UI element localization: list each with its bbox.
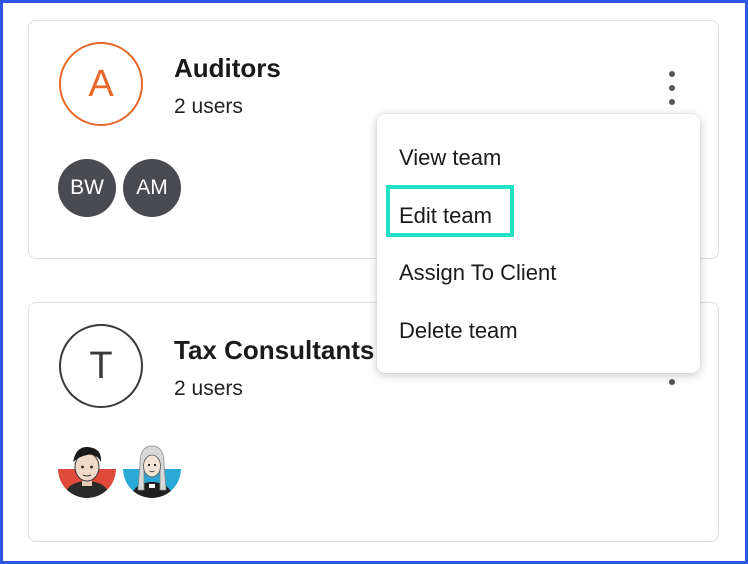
member-photo-avatar[interactable] <box>123 440 181 498</box>
team-avatar: A <box>59 42 143 126</box>
team-members <box>58 440 181 498</box>
team-user-count: 2 users <box>174 377 243 400</box>
more-vertical-icon[interactable] <box>665 71 679 105</box>
team-user-count: 2 users <box>174 95 243 118</box>
member-photo-avatar[interactable] <box>58 440 116 498</box>
menu-item-assign-to-client[interactable]: Assign To Client <box>399 260 556 286</box>
menu-item-view-team[interactable]: View team <box>399 145 501 171</box>
member-avatar[interactable]: AM <box>123 159 181 217</box>
team-actions-menu: View team Edit team Assign To Client Del… <box>377 114 700 373</box>
menu-item-edit-team[interactable]: Edit team <box>399 203 492 229</box>
team-avatar: T <box>59 324 143 408</box>
team-name[interactable]: Tax Consultants <box>174 335 374 366</box>
menu-item-delete-team[interactable]: Delete team <box>399 318 518 344</box>
team-name[interactable]: Auditors <box>174 53 281 84</box>
member-avatar[interactable]: BW <box>58 159 116 217</box>
screenshot-frame: A Auditors 2 users BW AM T Tax Consultan… <box>0 0 748 564</box>
team-members: BW AM <box>58 159 181 217</box>
